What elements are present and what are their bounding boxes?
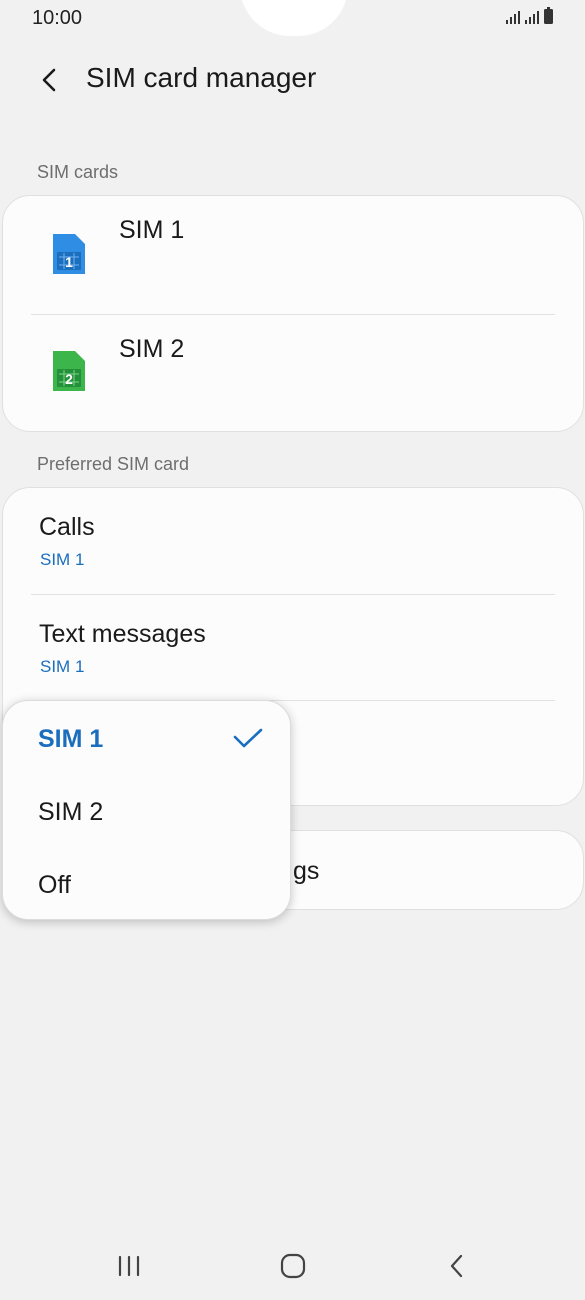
list-item-calls[interactable]: Calls SIM 1 <box>3 488 583 594</box>
item-value: SIM 1 <box>40 657 85 676</box>
dropdown-option-sim-1[interactable]: SIM 1 <box>3 703 290 776</box>
screen: 10:00 SIM card manager SIM cards 1 SIM 1… <box>0 0 585 1300</box>
sim-select-dropdown: SIM 1 SIM 2 Off <box>2 700 291 920</box>
sim-card-icon: 1 <box>53 234 85 274</box>
sim-name: SIM 2 <box>119 335 185 363</box>
sim-card-icon: 2 <box>53 351 85 391</box>
app-header: SIM card manager <box>0 50 585 110</box>
recent-apps-button[interactable] <box>104 1248 154 1284</box>
chevron-left-icon <box>42 68 56 92</box>
signal-icon <box>525 10 539 24</box>
back-icon <box>450 1254 463 1278</box>
home-button[interactable] <box>268 1248 318 1284</box>
list-item-sim-2[interactable]: 2 SIM 2 <box>3 315 583 433</box>
nav-back-button[interactable] <box>432 1248 482 1284</box>
signal-icon <box>506 10 520 24</box>
recent-apps-icon <box>118 1255 140 1277</box>
status-bar: 10:00 <box>0 0 585 38</box>
dropdown-option-sim-2[interactable]: SIM 2 <box>3 776 290 849</box>
item-title: Calls <box>39 513 95 541</box>
option-label: SIM 1 <box>38 725 104 753</box>
svg-text:1: 1 <box>65 254 73 270</box>
home-icon <box>280 1253 306 1279</box>
camera-notch <box>240 0 348 36</box>
section-label-preferred-sim: Preferred SIM card <box>37 454 190 474</box>
navigation-bar <box>0 1230 585 1300</box>
status-time: 10:00 <box>32 7 83 29</box>
section-label-sim-cards: SIM cards <box>37 162 119 182</box>
list-item-sim-1[interactable]: 1 SIM 1 <box>3 196 583 314</box>
option-label: SIM 2 <box>38 798 104 826</box>
more-settings-label: gs <box>293 857 320 885</box>
status-icons <box>506 7 553 24</box>
dropdown-option-off[interactable]: Off <box>3 849 290 922</box>
list-item-text-messages[interactable]: Text messages SIM 1 <box>3 595 583 701</box>
item-value: SIM 1 <box>40 550 85 569</box>
sim-cards-card: 1 SIM 1 2 SIM 2 <box>2 195 584 432</box>
checkmark-icon <box>233 728 263 748</box>
sim-name: SIM 1 <box>119 216 185 244</box>
back-button[interactable] <box>30 60 70 100</box>
svg-text:2: 2 <box>65 371 73 387</box>
option-label: Off <box>38 871 71 899</box>
item-title: Text messages <box>39 620 206 648</box>
battery-icon <box>544 7 553 24</box>
page-title: SIM card manager <box>86 62 317 93</box>
